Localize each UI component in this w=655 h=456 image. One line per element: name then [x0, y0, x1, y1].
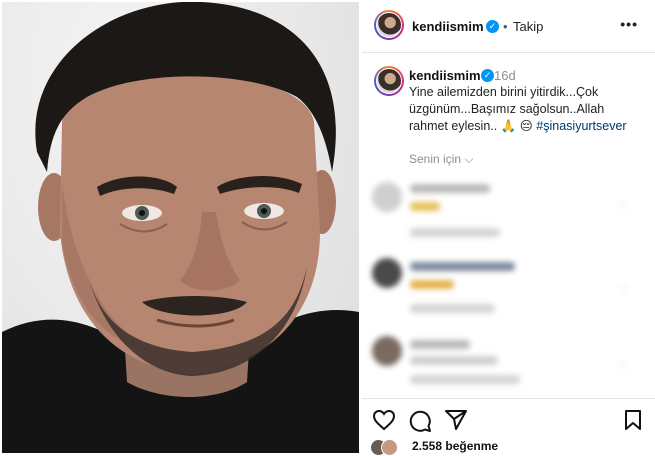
- author-avatar[interactable]: [374, 10, 404, 40]
- comment-icon[interactable]: [408, 409, 432, 433]
- author-username[interactable]: kendiismim: [412, 19, 484, 34]
- comment-avatar: [372, 336, 402, 366]
- caption-hashtag[interactable]: #şinasiyurtsever: [536, 119, 626, 133]
- comment-text: [410, 202, 440, 211]
- comment-like-icon: ♡: [618, 284, 629, 298]
- comment-like-icon: ♡: [618, 360, 629, 374]
- caption-verified-icon: ✓: [481, 69, 494, 82]
- caption-avatar-image: [376, 68, 402, 94]
- liker-avatar: [381, 439, 398, 456]
- comment-text: [410, 280, 454, 289]
- post-photo[interactable]: [2, 2, 359, 453]
- heart-icon[interactable]: [372, 409, 396, 431]
- comment-avatar: [372, 258, 402, 288]
- comment-text: [410, 356, 498, 365]
- instagram-post-screenshot: kendiismim ✓ • Takip ••• kendiismim ✓ 16…: [0, 0, 655, 456]
- comment-username: [410, 184, 490, 193]
- caption-emoji: 🙏 😔: [500, 119, 533, 133]
- post-details-panel: kendiismim ✓ • Takip ••• kendiismim ✓ 16…: [362, 0, 655, 456]
- comment-username: [410, 262, 515, 271]
- caption-text: Yine ailemizden birini yitirdik...Çok üz…: [409, 84, 639, 135]
- more-options-icon[interactable]: •••: [620, 16, 638, 32]
- header-divider: [362, 52, 655, 53]
- follow-separator: •: [503, 19, 508, 34]
- author-avatar-image: [376, 12, 402, 38]
- post-header: kendiismim ✓ • Takip •••: [362, 6, 652, 46]
- comment-meta: [410, 304, 495, 313]
- caption-username[interactable]: kendiismim: [409, 68, 481, 83]
- comment-like-icon: ♡: [618, 200, 629, 214]
- comment-meta: [410, 228, 500, 237]
- action-bar: [362, 405, 655, 437]
- comment-username: [410, 340, 470, 349]
- likes-count[interactable]: 2.558 beğenme: [412, 439, 498, 453]
- share-icon[interactable]: [444, 409, 468, 431]
- verified-badge-icon: ✓: [486, 20, 499, 33]
- caption-avatar[interactable]: [374, 66, 404, 96]
- follow-button[interactable]: Takip: [513, 19, 543, 34]
- portrait-illustration: [2, 2, 359, 453]
- actions-divider: [362, 398, 655, 399]
- likes-row: 2.558 beğenme: [370, 438, 650, 456]
- post-time[interactable]: 16d: [494, 68, 516, 83]
- for-you-toggle[interactable]: Senin için ⌵: [409, 152, 473, 167]
- comment-avatar: [372, 182, 402, 212]
- bookmark-icon[interactable]: [624, 409, 642, 431]
- comment-meta: [410, 375, 520, 384]
